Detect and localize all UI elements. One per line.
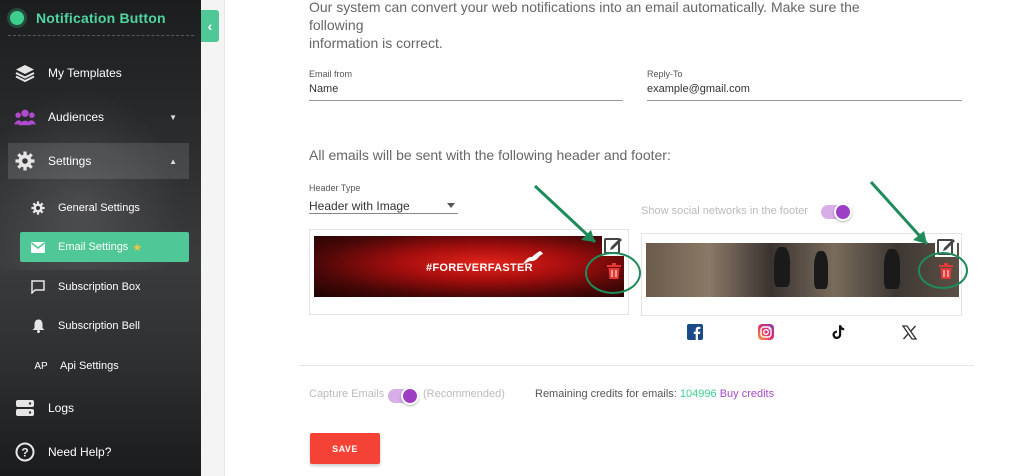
email-from-label: Email from [309,69,353,79]
brand-title: Notification Button [36,10,166,26]
intro-text: Our system can convert your web notifica… [309,0,909,52]
sidebar-subitem-subscription-box[interactable]: Subscription Box [20,272,189,302]
sidebar-item-label: Settings [48,154,92,168]
email-from-field[interactable]: Name [309,83,338,95]
credits-label: Remaining credits for emails: [535,388,677,400]
arrow-annotation-icon [869,180,929,246]
highlight-circle [918,252,968,289]
caret-down-icon: ▼ [169,112,177,122]
recommended-label: (Recommended) [423,388,505,400]
reply-to-underline [647,100,962,101]
instagram-icon[interactable] [757,323,775,341]
tiktok-icon[interactable] [829,323,847,341]
email-icon [30,239,46,255]
runner-shape [774,247,790,287]
show-social-label: Show social networks in the footer [641,205,808,217]
sidebar-item-label: Logs [48,401,75,415]
gear-icon [14,150,36,172]
sidebar-subitem-api-settings[interactable]: AP Api Settings [20,351,189,381]
sidebar-subitem-email-settings[interactable]: Email Settings ★ [20,232,189,262]
runner-shape [814,251,828,289]
reply-to-field[interactable]: example@gmail.com [647,83,750,95]
sidebar-subitem-label: Subscription Box [58,281,141,293]
layers-icon [14,62,36,84]
server-icon [14,397,36,419]
caret-up-icon: ▲ [169,156,177,166]
credits-value: 104996 [679,388,717,400]
intro-line: Our system can convert your web notifica… [309,0,860,33]
sidebar-item-audiences[interactable]: Audiences ▼ [8,99,189,135]
section-title: All emails will be sent with the followi… [309,147,671,163]
sidebar-divider [8,35,194,36]
chat-box-icon [30,279,46,295]
sidebar-item-label: Audiences [48,110,105,124]
facebook-icon[interactable] [686,323,704,341]
reply-to-label: Reply-To [647,69,683,79]
sidebar-item-need-help[interactable]: ? Need Help? [8,434,189,470]
brand-logo-icon [522,250,544,271]
sidebar-item-my-templates[interactable]: My Templates [8,55,189,91]
star-icon: ★ [132,241,143,254]
help-icon: ? [14,441,36,463]
header-banner-text: #FOREVERFASTER [426,262,533,274]
sidebar-subitem-subscription-bell[interactable]: Subscription Bell [20,311,189,341]
dropdown-caret-icon[interactable] [447,203,455,208]
content-gutter [201,0,225,476]
sidebar-item-label: My Templates [48,66,122,80]
sidebar-subitem-general-settings[interactable]: General Settings [20,193,189,223]
main-content: Our system can convert your web notifica… [225,0,1024,476]
intro-line: information is correct. [309,35,443,51]
api-prefix: AP [34,360,48,372]
sidebar-subitem-label: Api Settings [60,360,119,372]
credits-text: Remaining credits for emails: 104996 Buy… [535,388,774,400]
email-from-underline [309,100,623,101]
section-divider [299,365,974,366]
sidebar: Notification Button My Templates Audienc… [0,0,201,476]
collapse-sidebar-button[interactable]: ‹ [201,10,219,42]
sidebar-item-logs[interactable]: Logs [8,390,189,426]
sidebar-item-label: Need Help? [48,445,112,459]
show-social-toggle[interactable] [821,203,852,221]
header-type-select[interactable]: Header with Image [309,199,410,213]
svg-text:?: ? [21,446,28,460]
header-type-underline [309,213,458,214]
header-type-label: Header Type [309,183,361,193]
brand[interactable]: Notification Button [10,6,166,30]
toggle-knob [401,387,419,405]
buy-credits-link[interactable]: Buy credits [720,388,774,400]
sidebar-subitem-label: Email Settings [58,241,129,253]
save-button[interactable]: SAVE [310,433,380,464]
capture-emails-label: Capture Emails [309,388,385,400]
runner-shape [884,249,900,289]
bell-icon [30,318,46,334]
highlight-circle [585,252,641,294]
users-icon [14,106,36,128]
toggle-knob [834,203,852,221]
arrow-annotation-icon [533,184,597,244]
x-twitter-icon[interactable] [900,323,918,341]
chevron-left-icon: ‹ [207,18,213,34]
logo-icon [10,11,24,25]
sidebar-subitem-label: Subscription Bell [58,320,140,332]
sidebar-item-settings[interactable]: Settings ▲ [8,143,189,179]
sidebar-subitem-label: General Settings [58,202,140,214]
capture-emails-toggle[interactable] [388,387,419,405]
gear-icon [30,200,46,216]
